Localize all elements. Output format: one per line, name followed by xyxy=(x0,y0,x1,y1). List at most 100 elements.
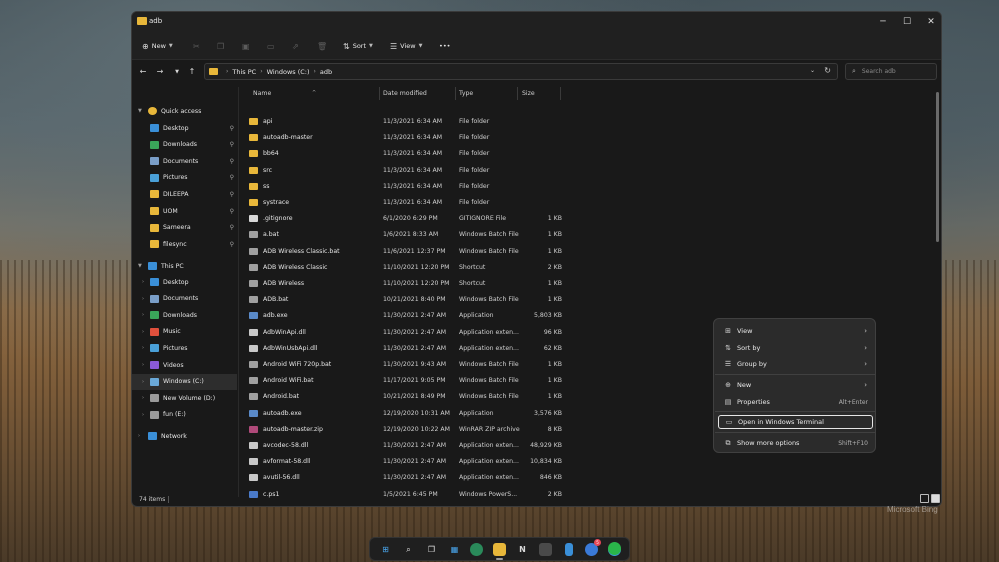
close-button[interactable]: ✕ xyxy=(921,14,941,30)
breadcrumb-this-pc[interactable]: This PC xyxy=(232,68,256,76)
breadcrumb-adb[interactable]: adb xyxy=(320,68,332,76)
up-icon[interactable]: ↑ xyxy=(186,66,198,78)
paste-button[interactable]: ▣ xyxy=(242,38,253,54)
minimize-button[interactable]: ─ xyxy=(873,14,893,30)
chevron-icon[interactable]: › xyxy=(142,345,148,351)
phone-app-icon[interactable] xyxy=(565,543,573,556)
document-icon xyxy=(150,157,159,166)
file-row[interactable]: a.bat 1/6/2021 8:33 AM Windows Batch File 1… xyxy=(239,227,939,243)
sidebar-item-filesync[interactable]: filesync ⚲ xyxy=(132,236,237,252)
sidebar-item-documents[interactable]: Documents ⚲ xyxy=(132,153,237,169)
forward-icon[interactable]: → xyxy=(154,66,166,78)
chevron-icon[interactable]: › xyxy=(138,433,144,439)
file-row[interactable]: src 11/3/2021 6:34 AM File folder xyxy=(239,163,939,179)
context-menu-group-by[interactable]: ☰ Group by › xyxy=(718,357,873,371)
sidebar-item-sameera[interactable]: Sameera ⚲ xyxy=(132,220,237,236)
app-icon[interactable] xyxy=(539,543,552,556)
search-box[interactable]: ⌕ Search adb xyxy=(845,63,937,80)
start-icon[interactable]: ⊞ xyxy=(379,543,392,556)
sidebar-item-pictures[interactable]: › Pictures xyxy=(132,340,237,356)
file-row[interactable]: autoadb-master 11/3/2021 6:34 AM File fold… xyxy=(239,130,939,146)
edge-icon[interactable] xyxy=(470,543,483,556)
file-row[interactable]: systrace 11/3/2021 6:34 AM File folder xyxy=(239,195,939,211)
sidebar-item-music[interactable]: › Music xyxy=(132,324,237,340)
context-menu-open-in-windows-terminal[interactable]: ▭ Open in Windows Terminal xyxy=(718,415,873,429)
sidebar-item-new-volume-d-[interactable]: › New Volume (D:) xyxy=(132,390,237,406)
sidebar-item-this-pc[interactable]: ▼ This PC xyxy=(132,258,237,274)
sidebar-item-quick-access[interactable]: ▼ Quick access xyxy=(132,103,237,119)
search-icon[interactable]: ⌕ xyxy=(402,543,415,556)
sidebar-item-fun-e-[interactable]: › fun (E:) xyxy=(132,407,237,423)
context-menu-view[interactable]: ⊞ View › xyxy=(718,324,873,338)
file-row[interactable]: .gitignore 6/1/2020 6:29 PM GITIGNORE File… xyxy=(239,211,939,227)
notion-icon[interactable]: N xyxy=(516,543,529,556)
chevron-icon[interactable]: › xyxy=(142,296,148,302)
column-divider[interactable] xyxy=(517,87,518,100)
cut-button[interactable]: ✂ xyxy=(193,38,203,54)
sidebar-item-downloads[interactable]: › Downloads xyxy=(132,307,237,323)
new-button[interactable]: ⊕ New ▼ xyxy=(142,38,173,54)
sidebar-item-videos[interactable]: › Videos xyxy=(132,357,237,373)
chevron-icon[interactable]: › xyxy=(142,329,148,335)
chevron-icon[interactable]: › xyxy=(142,362,148,368)
sort-button[interactable]: ⇅ Sort ▼ xyxy=(343,38,373,54)
context-menu-properties[interactable]: ▤ Properties Alt+Enter xyxy=(718,395,873,409)
sidebar-item-desktop[interactable]: Desktop ⚲ xyxy=(132,120,237,136)
file-row[interactable]: ADB.bat 10/21/2021 8:40 PM Windows Batch F… xyxy=(239,292,939,308)
vertical-scrollbar[interactable] xyxy=(936,92,939,242)
sidebar-item-downloads[interactable]: Downloads ⚲ xyxy=(132,137,237,153)
back-icon[interactable]: ← xyxy=(137,66,149,78)
address-bar[interactable]: › This PC › Windows (C:) › adb ⌄ ↻ xyxy=(204,63,838,80)
file-row[interactable]: ADB Wireless 11/10/2021 12:20 PM Shortcut 1… xyxy=(239,276,939,292)
context-menu-new[interactable]: ⊕ New › xyxy=(718,378,873,392)
file-row[interactable]: avutil-56.dll 11/30/2021 2:47 AM Applicati… xyxy=(239,470,939,486)
context-menu-sort-by[interactable]: ⇅ Sort by › xyxy=(718,341,873,355)
sidebar-item-dileepa[interactable]: DILEEPA ⚲ xyxy=(132,186,237,202)
chevron-icon[interactable]: › xyxy=(142,395,148,401)
task-view-icon[interactable]: ❐ xyxy=(425,543,438,556)
maximize-button[interactable]: ☐ xyxy=(897,14,917,30)
sidebar-item-windows-c-[interactable]: › Windows (C:) xyxy=(132,373,237,390)
file-row[interactable]: ADB Wireless Classic.bat 11/6/2021 12:37 … xyxy=(239,244,939,260)
copy-button[interactable]: ❐ xyxy=(217,38,227,54)
delete-button[interactable]: 🗑 xyxy=(317,38,330,54)
sidebar-item-pictures[interactable]: Pictures ⚲ xyxy=(132,170,237,186)
chevron-icon[interactable]: › xyxy=(142,379,148,385)
chevron-icon[interactable]: › xyxy=(142,412,148,418)
sidebar-item-uom[interactable]: UOM ⚲ xyxy=(132,203,237,219)
sidebar-item-desktop[interactable]: › Desktop xyxy=(132,274,237,290)
column-name[interactable]: Name xyxy=(253,90,271,97)
title-bar[interactable]: adb ─ ☐ ✕ xyxy=(132,12,941,32)
chevron-icon[interactable]: ▼ xyxy=(138,108,144,114)
sidebar-item-network[interactable]: › Network xyxy=(132,428,237,444)
column-divider[interactable] xyxy=(379,87,380,100)
breadcrumb-windows-c[interactable]: Windows (C:) xyxy=(267,68,310,76)
view-button[interactable]: ☰ View ▼ xyxy=(390,38,422,54)
column-divider[interactable] xyxy=(560,87,561,100)
chevron-icon[interactable]: › xyxy=(142,312,148,318)
sidebar-item-documents[interactable]: › Documents xyxy=(132,291,237,307)
file-row[interactable]: api 11/3/2021 6:34 AM File folder xyxy=(239,114,939,130)
chevron-down-icon[interactable]: ⌄ xyxy=(810,67,815,74)
file-row[interactable]: avformat-58.dll 11/30/2021 2:47 AM Applica… xyxy=(239,454,939,470)
recent-dropdown-icon[interactable]: ▼ xyxy=(171,66,183,78)
chevron-icon[interactable]: › xyxy=(142,279,148,285)
file-explorer-icon[interactable] xyxy=(493,543,506,560)
context-menu-show-more-options[interactable]: ⧉ Show more options Shift+F10 xyxy=(718,436,873,450)
more-button[interactable]: ••• xyxy=(439,38,451,54)
column-date-modified[interactable]: Date modified xyxy=(383,90,427,97)
file-row[interactable]: ss 11/3/2021 6:34 AM File folder xyxy=(239,179,939,195)
column-size[interactable]: Size xyxy=(522,90,535,97)
column-type[interactable]: Type xyxy=(459,90,473,97)
chevron-icon[interactable]: ▼ xyxy=(138,263,144,269)
details-view-icon[interactable] xyxy=(920,494,929,503)
file-row[interactable]: bb64 11/3/2021 6:34 AM File folder xyxy=(239,146,939,162)
file-row[interactable]: ADB Wireless Classic 11/10/2021 12:20 PM S… xyxy=(239,260,939,276)
refresh-icon[interactable]: ↻ xyxy=(824,66,831,75)
tiles-view-icon[interactable] xyxy=(931,494,940,503)
widgets-icon[interactable]: ▦ xyxy=(448,543,461,556)
share-button[interactable]: ⇗ xyxy=(292,38,302,54)
whatsapp-icon[interactable] xyxy=(608,542,621,555)
rename-button[interactable]: ▭ xyxy=(267,38,278,54)
column-divider[interactable] xyxy=(455,87,456,100)
